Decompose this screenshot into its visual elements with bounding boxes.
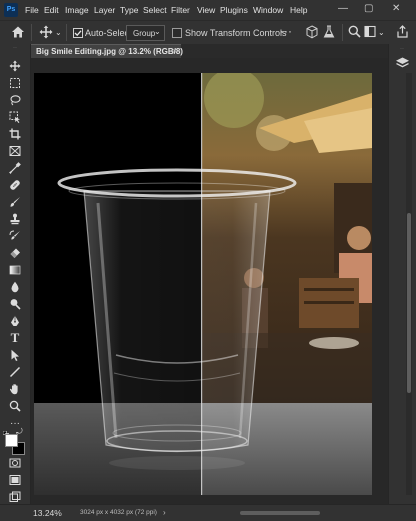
auto-select-checkbox[interactable] xyxy=(73,28,83,38)
horizontal-scrollbar-thumb[interactable] xyxy=(240,511,320,515)
pen-tool-icon[interactable] xyxy=(6,314,24,328)
spot-healing-brush-icon[interactable] xyxy=(6,178,24,192)
object-selection-tool-icon[interactable] xyxy=(6,110,24,124)
chevron-down-icon[interactable]: ⌄ xyxy=(55,28,62,37)
lasso-tool-icon[interactable] xyxy=(6,93,24,107)
screen-mode-icon[interactable] xyxy=(6,473,24,487)
close-window-button[interactable]: ✕ xyxy=(392,3,400,15)
menu-view[interactable]: View xyxy=(197,5,215,15)
workspace-icon[interactable] xyxy=(364,25,376,40)
menu-help[interactable]: Help xyxy=(290,5,307,15)
tools-panel: ·· T ··· ⤾ xyxy=(0,44,31,520)
document-tab-title: Big Smile Editing.jpg @ 13.2% (RGB/8) xyxy=(36,47,183,56)
divider xyxy=(31,24,32,41)
line-tool-icon[interactable] xyxy=(6,365,24,379)
menu-edit[interactable]: Edit xyxy=(44,5,59,15)
menu-window[interactable]: Window xyxy=(253,5,283,15)
menu-select[interactable]: Select xyxy=(143,5,167,15)
dodge-tool-icon[interactable] xyxy=(6,297,24,311)
restore-button[interactable]: ▢ xyxy=(364,3,373,15)
history-brush-tool-icon[interactable] xyxy=(6,229,24,243)
search-icon[interactable] xyxy=(348,25,361,40)
flask-icon[interactable] xyxy=(323,25,335,41)
menu-type[interactable]: Type xyxy=(120,5,138,15)
document-dimensions[interactable]: 3024 px x 4032 px (72 ppi) xyxy=(80,509,157,516)
chevron-down-icon: ⌄ xyxy=(154,27,161,36)
show-transform-label: Show Transform Controls xyxy=(185,28,287,38)
eyedropper-tool-icon[interactable] xyxy=(6,161,24,175)
frame-tool-icon[interactable] xyxy=(6,144,24,158)
foreground-color-swatch[interactable] xyxy=(5,434,18,447)
panel-grip[interactable]: ·· xyxy=(400,46,406,52)
chevron-right-icon[interactable]: › xyxy=(163,508,166,517)
menu-plugins[interactable]: Plugins xyxy=(220,5,248,15)
menu-layer[interactable]: Layer xyxy=(94,5,115,15)
home-icon[interactable] xyxy=(11,25,25,41)
brush-tool-icon[interactable] xyxy=(6,195,24,209)
menu-image[interactable]: Image xyxy=(65,5,89,15)
3d-mode-icon[interactable] xyxy=(305,25,319,41)
move-tool-icon[interactable] xyxy=(39,25,53,41)
document-tab-bar: Big Smile Editing.jpg @ 13.2% (RGB/8) × xyxy=(31,44,388,59)
menu-bar: Ps File Edit Image Layer Type Select Fil… xyxy=(0,0,416,20)
menu-file[interactable]: File xyxy=(25,5,39,15)
document-tab[interactable]: Big Smile Editing.jpg @ 13.2% (RGB/8) × xyxy=(31,44,183,59)
show-transform-checkbox[interactable] xyxy=(172,28,182,38)
type-tool-icon[interactable]: T xyxy=(6,330,24,345)
layers-panel-icon[interactable] xyxy=(395,57,410,72)
auto-select-dropdown[interactable]: Group ⌄ xyxy=(126,25,165,41)
zoom-tool-icon[interactable] xyxy=(6,399,24,413)
quick-mask-icon[interactable] xyxy=(6,456,24,470)
document-image[interactable] xyxy=(34,73,372,495)
photoshop-logo-icon[interactable]: Ps xyxy=(4,3,18,17)
crop-tool-icon[interactable] xyxy=(6,127,24,141)
auto-select-value: Group xyxy=(133,29,156,38)
options-bar: ⌄ Auto-Select: Group ⌄ Show Transform Co… xyxy=(0,20,416,46)
divider xyxy=(342,24,343,41)
hand-tool-icon[interactable] xyxy=(6,382,24,396)
status-bar: 13.24% 3024 px x 4032 px (72 ppi) › xyxy=(0,504,416,521)
path-selection-tool-icon[interactable] xyxy=(6,348,24,362)
gradient-tool-icon[interactable] xyxy=(6,263,24,277)
panel-grip[interactable]: ·· xyxy=(8,45,22,51)
marquee-tool-icon[interactable] xyxy=(6,76,24,90)
minimize-button[interactable]: — xyxy=(338,3,348,15)
canvas-area[interactable] xyxy=(31,58,412,504)
artboard-icon[interactable] xyxy=(6,490,24,504)
divider xyxy=(66,24,67,41)
more-options-icon[interactable]: ··· xyxy=(280,24,292,38)
move-tool-icon[interactable] xyxy=(6,59,24,73)
menu-filter[interactable]: Filter xyxy=(171,5,190,15)
vertical-scrollbar[interactable] xyxy=(406,73,412,495)
eraser-tool-icon[interactable] xyxy=(6,246,24,260)
vertical-scrollbar-thumb[interactable] xyxy=(407,213,411,393)
chevron-down-icon[interactable]: ⌄ xyxy=(378,28,385,37)
share-icon[interactable] xyxy=(396,25,409,40)
clone-stamp-tool-icon[interactable] xyxy=(6,212,24,226)
close-tab-icon[interactable]: × xyxy=(172,46,177,56)
zoom-level[interactable]: 13.24% xyxy=(33,508,62,518)
blur-tool-icon[interactable] xyxy=(6,280,24,294)
